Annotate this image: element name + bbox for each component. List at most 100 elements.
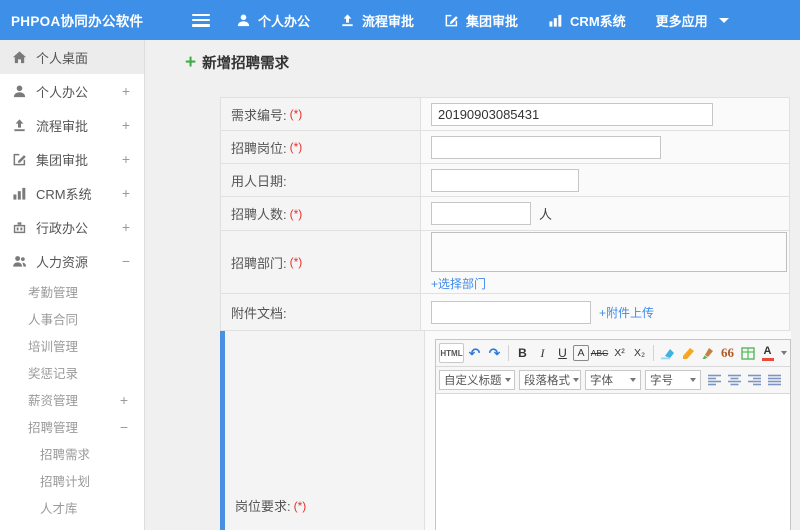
highlighter-icon[interactable]	[698, 343, 717, 363]
required-marker: (*)	[289, 140, 303, 154]
sidebar-item-personal-office[interactable]: 个人办公 +	[0, 74, 144, 108]
select-department-link[interactable]: +选择部门	[431, 275, 486, 292]
top-navigation: 个人办公 流程审批 集团审批 CRM系统 更多应用	[236, 11, 729, 30]
expand-toggle[interactable]: +	[120, 392, 130, 408]
date-input[interactable]	[431, 168, 579, 192]
toolbar-separator	[653, 345, 654, 361]
form-row-department: 招聘部门: (*) +选择部门	[221, 231, 789, 294]
bold-button[interactable]: B	[513, 343, 532, 363]
main-content: + 新增招聘需求 需求编号: (*) 招聘岗位: (*)	[145, 40, 800, 530]
nav-workflow-approval[interactable]: 流程审批	[340, 11, 414, 30]
expand-toggle[interactable]: +	[122, 219, 132, 235]
attachment-upload-link[interactable]: +附件上传	[599, 304, 654, 321]
align-left-icon[interactable]	[705, 370, 724, 390]
heading-select[interactable]: 自定义标题	[439, 370, 515, 390]
form-row-attachment: 附件文档: +附件上传	[221, 294, 789, 331]
caret-down-icon	[573, 378, 579, 382]
redo-icon[interactable]: ↷	[485, 343, 504, 363]
nav-label: 流程审批	[362, 13, 415, 29]
sidebar-item-attendance[interactable]: 考勤管理	[0, 278, 144, 305]
count-unit-label: 人	[539, 207, 553, 222]
font-size-select[interactable]: 字号	[645, 370, 701, 390]
align-justify-icon[interactable]	[765, 370, 784, 390]
required-marker: (*)	[289, 107, 303, 121]
blockquote-icon[interactable]: 66	[718, 343, 737, 363]
nav-personal-office[interactable]: 个人办公	[236, 11, 310, 30]
person-icon	[236, 13, 251, 28]
sidebar-item-desktop[interactable]: 个人桌面	[0, 40, 144, 74]
edit-square-icon	[12, 152, 27, 167]
nav-more-apps[interactable]: 更多应用	[656, 11, 729, 30]
expand-toggle[interactable]: +	[122, 185, 132, 201]
position-input[interactable]	[431, 135, 661, 159]
department-textarea[interactable]	[431, 232, 787, 272]
recruit-demand-form: 需求编号: (*) 招聘岗位: (*) 用人日期:	[220, 97, 791, 530]
sidebar-item-rewards[interactable]: 奖惩记录	[0, 359, 144, 386]
field-label: 招聘人数: (*)	[221, 197, 421, 230]
sidebar-item-recruit-demand[interactable]: 招聘需求	[0, 440, 144, 467]
add-icon: +	[185, 52, 197, 73]
sidebar-item-training[interactable]: 培训管理	[0, 332, 144, 359]
field-label: 附件文档:	[221, 294, 421, 330]
superscript-button[interactable]: X²	[610, 343, 629, 363]
editor-toolbar-row-1: HTML ↶ ↷ B I U A ABC X² X₂ 66 A	[436, 340, 790, 367]
people-icon	[12, 254, 27, 269]
html-source-button[interactable]: HTML	[439, 343, 464, 363]
align-right-icon[interactable]	[745, 370, 764, 390]
nav-crm-system[interactable]: CRM系统	[548, 11, 626, 30]
sidebar-item-workflow-approval[interactable]: 流程审批 +	[0, 108, 144, 142]
subscript-button[interactable]: X₂	[630, 343, 649, 363]
eraser-icon[interactable]	[658, 343, 677, 363]
topbar: PHPOA协同办公软件 个人办公 流程审批 集团审批 CRM系统 更多应用	[0, 0, 800, 40]
form-row-date: 用人日期:	[221, 164, 789, 197]
editor-content-area[interactable]	[436, 394, 790, 530]
form-row-req-no: 需求编号: (*)	[221, 98, 789, 131]
sidebar-item-salary[interactable]: 薪资管理 +	[0, 386, 144, 413]
nav-label: 集团审批	[466, 13, 519, 29]
format-brush-icon[interactable]	[678, 343, 697, 363]
rich-text-editor: HTML ↶ ↷ B I U A ABC X² X₂ 66 A 自定义标题 段落…	[435, 339, 791, 530]
nav-group-approval[interactable]: 集团审批	[444, 11, 518, 30]
edit-square-icon	[444, 13, 459, 28]
attachment-input[interactable]	[431, 300, 591, 324]
home-icon	[12, 50, 27, 65]
sidebar-item-group-approval[interactable]: 集团审批 +	[0, 142, 144, 176]
sidebar-item-admin-office[interactable]: 行政办公 +	[0, 210, 144, 244]
sidebar-item-hr[interactable]: 人力资源 −	[0, 244, 144, 278]
caret-down-icon[interactable]	[781, 351, 787, 355]
nav-label: CRM系统	[570, 13, 626, 29]
req-no-input[interactable]	[431, 102, 713, 126]
app-logo[interactable]: PHPOA协同办公软件	[0, 10, 192, 30]
underline-button[interactable]: U	[553, 343, 572, 363]
expand-toggle[interactable]: +	[122, 83, 132, 99]
sidebar-item-recruit-mgmt[interactable]: 招聘管理 −	[0, 413, 144, 440]
collapse-toggle[interactable]: −	[122, 253, 132, 269]
font-color-button[interactable]: A	[758, 343, 777, 363]
sidebar-item-talent-pool[interactable]: 人才库	[0, 494, 144, 521]
strikethrough-button[interactable]: ABC	[590, 343, 609, 363]
page-title-text: 新增招聘需求	[202, 56, 290, 72]
collapse-toggle[interactable]: −	[120, 419, 130, 435]
caret-down-icon	[718, 17, 729, 23]
italic-button[interactable]: I	[533, 343, 552, 363]
paragraph-format-select[interactable]: 段落格式	[519, 370, 581, 390]
required-marker: (*)	[289, 206, 303, 221]
sidebar-item-crm[interactable]: CRM系统 +	[0, 176, 144, 210]
upload-flow-icon	[340, 13, 355, 28]
font-style-button[interactable]: A	[573, 345, 589, 361]
person-icon	[12, 84, 27, 99]
table-icon[interactable]	[738, 343, 757, 363]
expand-toggle[interactable]: +	[122, 117, 132, 133]
align-center-icon[interactable]	[725, 370, 744, 390]
bar-chart-icon	[548, 13, 563, 28]
caret-down-icon	[630, 378, 636, 382]
sidebar-item-hr-contract[interactable]: 人事合同	[0, 305, 144, 332]
font-family-select[interactable]: 字体	[585, 370, 641, 390]
caret-down-icon	[690, 378, 696, 382]
sidebar-item-recruit-plan[interactable]: 招聘计划	[0, 467, 144, 494]
expand-toggle[interactable]: +	[122, 151, 132, 167]
undo-icon[interactable]: ↶	[465, 343, 484, 363]
count-input[interactable]	[431, 202, 531, 225]
menu-toggle-icon[interactable]	[192, 13, 210, 27]
form-row-count: 招聘人数: (*) 人	[221, 197, 789, 231]
